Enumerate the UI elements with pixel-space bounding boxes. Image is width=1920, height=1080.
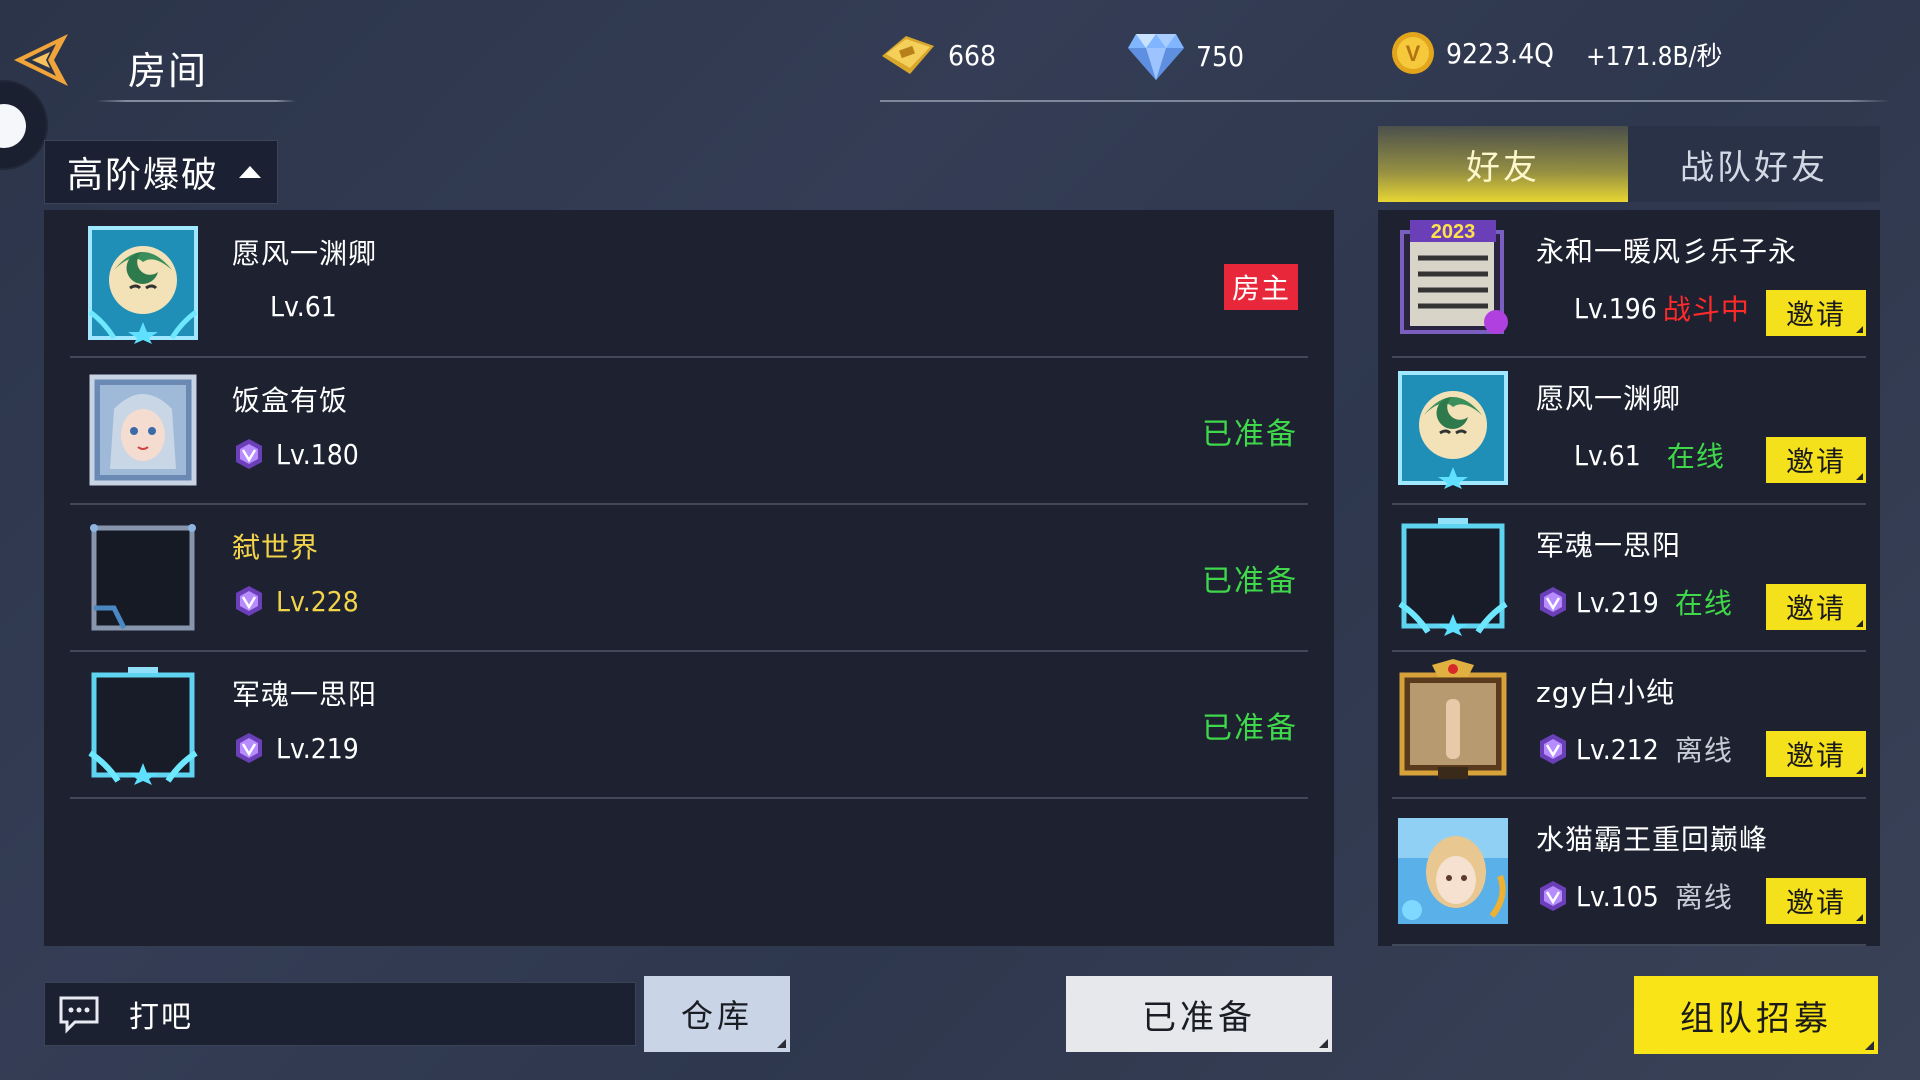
coin-rate: +171.8B/秒	[1586, 42, 1723, 72]
friend-name: 永和一暖风彡乐子永	[1536, 235, 1798, 268]
rank-badge-icon	[236, 586, 262, 616]
level-text: Lv.61	[1574, 438, 1641, 472]
friend-row[interactable]: 愿风一渊卿 Lv.61 在线 邀请	[1392, 357, 1866, 505]
ready-status: 已准备	[1202, 417, 1298, 452]
ready-button[interactable]: 已准备	[1066, 976, 1332, 1052]
avatar: 2023	[1400, 220, 1508, 334]
friend-level: Lv.219 在线	[1536, 582, 1733, 622]
rank-badge-icon	[1540, 734, 1566, 764]
level-text: Lv.105	[1576, 879, 1659, 913]
mode-dropdown[interactable]: 高阶爆破	[44, 140, 278, 204]
member-name: 弑世界	[232, 531, 320, 564]
chat-input[interactable]: 打吧	[44, 982, 636, 1046]
chat-bubble-icon	[59, 996, 99, 1034]
avatar	[90, 524, 196, 631]
invite-button[interactable]: 邀请	[1766, 584, 1866, 630]
currency-diamond: 750	[1126, 30, 1244, 82]
member-name: 饭盒有饭	[232, 384, 349, 417]
level-text: Lv.219	[1576, 585, 1659, 619]
friend-row[interactable]: 2023 永和一暖风彡乐子永 Lv.196 战斗中 邀请	[1392, 210, 1866, 358]
avatar	[1399, 659, 1507, 779]
friend-level: Lv.61 在线	[1574, 435, 1725, 475]
friend-status: 离线	[1674, 734, 1733, 767]
coin-count: 9223.4Q	[1446, 36, 1554, 70]
level-text: Lv.196	[1574, 291, 1657, 325]
avatar	[89, 374, 197, 486]
friend-row[interactable]: zgy白小纯 Lv.212 离线 邀请	[1392, 651, 1866, 799]
mode-label: 高阶爆破	[67, 155, 220, 196]
friend-status: 在线	[1666, 440, 1725, 473]
member-level: Lv.219	[232, 731, 359, 765]
friend-status: 离线	[1674, 881, 1733, 914]
ready-status: 已准备	[1202, 711, 1298, 746]
warehouse-button[interactable]: 仓库	[644, 976, 790, 1052]
invite-button[interactable]: 邀请	[1766, 731, 1866, 777]
currency-ticket: 668	[878, 30, 996, 80]
caret-up-icon	[239, 166, 262, 178]
member-level: Lv.61	[270, 290, 337, 323]
friend-row[interactable]: 军魂一思阳 Lv.219 在线 邀请	[1392, 504, 1866, 652]
ready-status: 已准备	[1202, 564, 1298, 599]
room-member-row[interactable]: 愿风一渊卿 Lv.61 房主	[70, 210, 1308, 358]
member-level: Lv.228	[232, 584, 359, 618]
friend-name: 水猫霸王重回巅峰	[1536, 823, 1769, 856]
chat-text: 打吧	[129, 1000, 193, 1035]
currency-coin: V 9223.4Q	[1390, 30, 1554, 76]
team-recruit-button[interactable]: 组队招募	[1634, 976, 1878, 1054]
header-divider	[880, 100, 1890, 102]
friend-level: Lv.212 离线	[1536, 729, 1733, 769]
level-text: Lv.219	[276, 731, 359, 765]
host-badge: 房主	[1223, 264, 1298, 310]
back-button[interactable]	[10, 30, 72, 92]
page-title: 房间	[128, 49, 209, 93]
member-name: 军魂一思阳	[232, 678, 378, 711]
avatar	[1398, 818, 1508, 924]
level-text: Lv.180	[276, 437, 359, 471]
member-name: 愿风一渊卿	[232, 237, 378, 270]
member-level: Lv.180	[232, 437, 359, 471]
avatar	[88, 226, 198, 344]
friend-name: 军魂一思阳	[1536, 529, 1682, 562]
room-member-row[interactable]: 军魂一思阳 Lv.219 已准备	[70, 651, 1308, 799]
tab-friends[interactable]: 好友	[1378, 126, 1628, 202]
friend-status: 战斗中	[1662, 293, 1750, 326]
invite-button[interactable]: 邀请	[1766, 878, 1866, 924]
diamond-icon	[1128, 34, 1184, 80]
level-text: Lv.212	[1576, 732, 1659, 766]
title-divider	[96, 100, 296, 102]
level-text: Lv.61	[270, 290, 337, 323]
ticket-count: 668	[948, 38, 997, 72]
room-member-row[interactable]: 饭盒有饭 Lv.180 已准备	[70, 357, 1308, 505]
friend-row[interactable]: 水猫霸王重回巅峰 Lv.105 离线 邀请	[1392, 798, 1866, 946]
friend-name: 愿风一渊卿	[1536, 382, 1682, 415]
avatar	[1398, 518, 1508, 636]
friend-level: Lv.105 离线	[1536, 876, 1733, 916]
svg-text:2023: 2023	[1431, 221, 1476, 243]
rank-badge-icon	[1540, 587, 1566, 617]
room-member-list: 愿风一渊卿 Lv.61 房主 饭盒有饭 Lv.180 已准备 弑世界 Lv.22…	[44, 210, 1334, 946]
back-arrow-icon	[14, 34, 68, 86]
rank-badge-icon	[236, 733, 262, 763]
tab-clan-friends[interactable]: 战队好友	[1628, 126, 1880, 202]
invite-button[interactable]: 邀请	[1766, 290, 1866, 336]
avatar	[1398, 371, 1508, 489]
diamond-count: 750	[1196, 39, 1245, 73]
friend-status: 在线	[1674, 587, 1733, 620]
gold-ticket-icon	[882, 36, 934, 74]
invite-button[interactable]: 邀请	[1766, 437, 1866, 483]
friend-name: zgy白小纯	[1536, 676, 1676, 709]
svg-text:V: V	[1406, 41, 1421, 66]
rank-badge-icon	[1540, 881, 1566, 911]
level-text: Lv.228	[276, 584, 359, 618]
friends-list: 2023 永和一暖风彡乐子永 Lv.196 战斗中 邀请 愿风一渊卿 Lv.61…	[1378, 210, 1880, 946]
coin-icon: V	[1392, 32, 1434, 74]
room-member-row[interactable]: 弑世界 Lv.228 已准备	[70, 504, 1308, 652]
avatar	[88, 667, 198, 785]
rank-badge-icon	[236, 439, 262, 469]
friend-level: Lv.196 战斗中	[1574, 288, 1750, 328]
